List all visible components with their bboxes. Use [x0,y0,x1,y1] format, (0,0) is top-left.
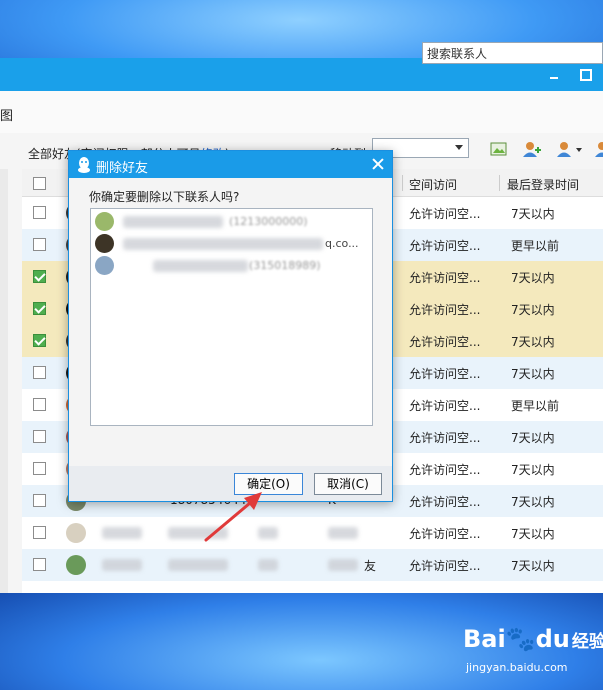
tab-view[interactable]: 图 [0,105,13,124]
list-item[interactable]: (315018989) [95,255,365,277]
column-space-access[interactable]: 空间访问 [409,176,457,193]
cancel-button[interactable]: 取消(C) [314,473,382,495]
maximize-button[interactable] [578,67,592,81]
table-row[interactable]: 允许访问空... 7天以内 友 [22,549,603,581]
space-access-cell: 允许访问空... [409,527,481,541]
chevron-down-icon [455,145,463,150]
row-checkbox[interactable] [33,334,46,347]
space-access-cell: 允许访问空... [409,207,481,221]
avatar [66,523,86,543]
row-checkbox[interactable] [33,430,46,443]
row-checkbox[interactable] [33,302,46,315]
last-login-cell: 7天以内 [511,495,555,509]
dialog-question: 你确定要删除以下联系人吗? [89,190,240,204]
picture-card-icon[interactable] [489,140,509,158]
view-tabbar: 图 [0,91,603,133]
dialog-titlebar: 删除好友 [69,151,392,178]
last-login-cell: 7天以内 [511,335,555,349]
avatar [95,256,114,275]
select-all-checkbox[interactable] [33,177,46,190]
baidu-logo: Bai🐾du 经验 [463,625,603,653]
row-checkbox[interactable] [33,206,46,219]
column-last-login[interactable]: 最后登录时间 [507,176,579,193]
contact-menu-icon[interactable] [556,140,584,158]
group-cell: 友 [364,559,377,573]
minimize-button[interactable] [547,67,561,81]
search-input[interactable]: 搜索联系人 [422,42,603,64]
list-item[interactable]: q.co... [95,233,365,255]
space-access-cell: 允许访问空... [409,463,481,477]
row-checkbox[interactable] [33,462,46,475]
last-login-cell: 7天以内 [511,463,555,477]
dialog-title: 删除好友 [96,161,149,176]
close-icon[interactable] [371,157,385,171]
list-item[interactable]: (1213000000) [95,211,365,233]
baidu-jingyan-watermark: Bai🐾du 经验 jingyan.baidu.com [463,625,603,680]
watermark-url: jingyan.baidu.com [466,661,568,674]
row-checkbox[interactable] [33,526,46,539]
last-login-cell: 更早以前 [511,399,560,413]
qq-penguin-icon [78,157,90,173]
space-access-cell: 允许访问空... [409,335,481,349]
contacts-to-delete-list: (1213000000) q.co... (315018989) [90,208,373,426]
last-login-cell: 7天以内 [511,207,555,221]
space-access-cell: 允许访问空... [409,271,481,285]
row-checkbox[interactable] [33,270,46,283]
space-access-cell: 允许访问空... [409,559,481,573]
row-checkbox[interactable] [33,366,46,379]
space-access-cell: 允许访问空... [409,303,481,317]
left-panel-edge [0,169,8,593]
last-login-cell: 7天以内 [511,303,555,317]
last-login-cell: 7天以内 [511,367,555,381]
table-row[interactable]: 允许访问空... 7天以内 [22,517,603,549]
last-login-cell: 7天以内 [511,527,555,541]
add-contact-icon[interactable] [522,140,542,158]
row-checkbox[interactable] [33,238,46,251]
last-login-cell: 7天以内 [511,431,555,445]
row-checkbox[interactable] [33,398,46,411]
space-access-cell: 允许访问空... [409,399,481,413]
avatar [66,555,86,575]
last-login-cell: 7天以内 [511,559,555,573]
last-login-cell: 更早以前 [511,239,560,253]
space-access-cell: 允许访问空... [409,367,481,381]
row-checkbox[interactable] [33,558,46,571]
avatar [95,234,114,253]
space-access-cell: 允许访问空... [409,495,481,509]
row-checkbox[interactable] [33,494,46,507]
avatar [95,212,114,231]
paw-icon: 🐾 [505,625,536,653]
contact-settings-icon[interactable] [594,140,603,158]
space-access-cell: 允许访问空... [409,239,481,253]
delete-friend-dialog: 删除好友 你确定要删除以下联系人吗? (1213000000) q.co... … [68,150,393,502]
space-access-cell: 允许访问空... [409,431,481,445]
red-arrow-icon [204,492,262,542]
last-login-cell: 7天以内 [511,271,555,285]
